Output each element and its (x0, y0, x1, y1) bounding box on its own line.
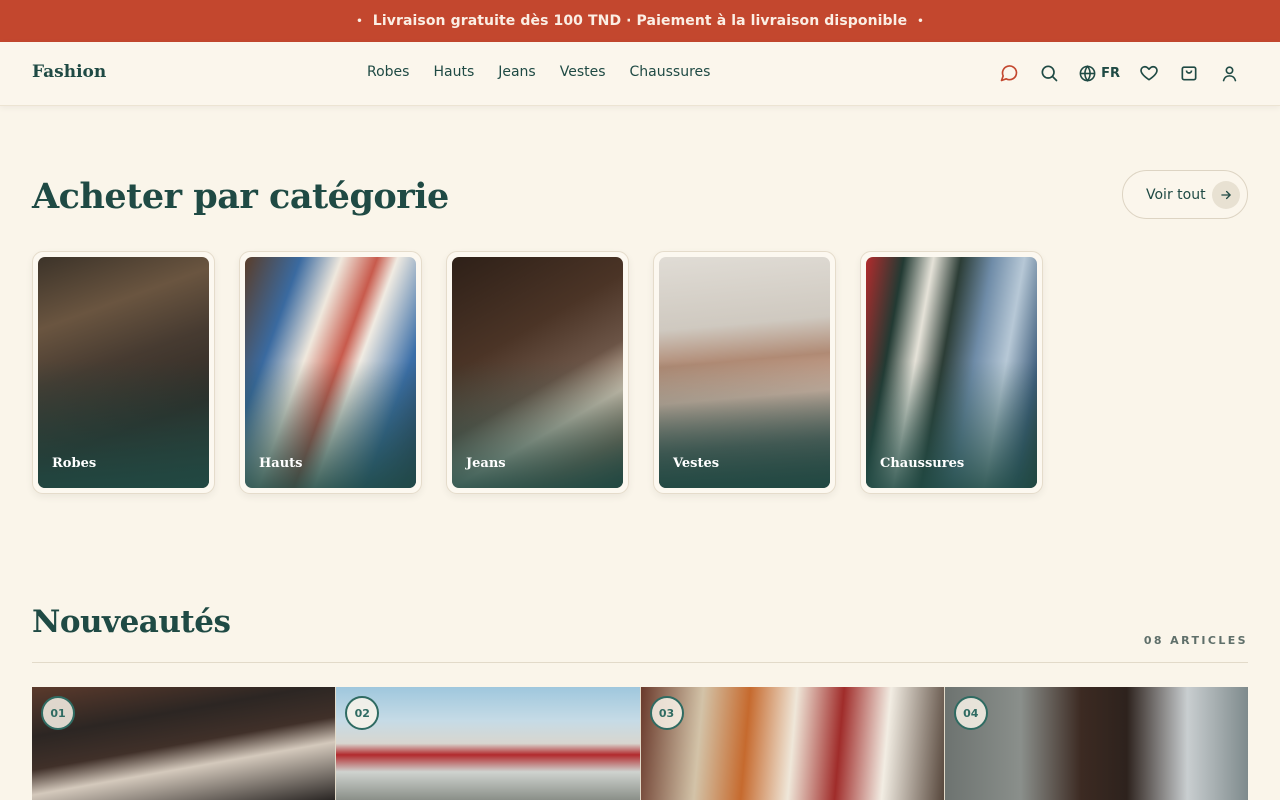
search-icon[interactable] (1038, 62, 1060, 84)
product-card[interactable]: 03 (640, 687, 944, 800)
category-label: Hauts (259, 456, 303, 471)
category-card-robes[interactable]: Robes (32, 251, 215, 494)
nav-item-hauts[interactable]: Hauts (433, 64, 474, 80)
category-label: Vestes (673, 456, 720, 471)
divider (32, 662, 1248, 663)
category-label: Chaussures (880, 456, 965, 471)
see-all-label: Voir tout (1146, 186, 1206, 203)
category-image: Hauts (245, 257, 416, 488)
product-grid: 01 02 03 04 (32, 687, 1248, 800)
product-card[interactable]: 02 (336, 687, 640, 800)
chat-icon[interactable] (998, 62, 1020, 84)
category-card-hauts[interactable]: Hauts (239, 251, 422, 494)
category-card-vestes[interactable]: Vestes (653, 251, 836, 494)
main-nav: Robes Hauts Jeans Vestes Chaussures (367, 64, 710, 80)
category-card-chaussures[interactable]: Chaussures (860, 251, 1043, 494)
product-card[interactable]: 04 (944, 687, 1248, 800)
bullet-left: • (356, 15, 363, 27)
new-arrivals-title: Nouveautés (32, 604, 231, 640)
nav-item-jeans[interactable]: Jeans (498, 64, 536, 80)
category-label: Jeans (466, 456, 506, 471)
categories-title: Acheter par catégorie (32, 176, 449, 217)
article-count: 08 ARTICLES (1143, 634, 1248, 647)
language-selector[interactable]: FR (1078, 64, 1120, 83)
bullet-right: • (917, 15, 924, 27)
nav-item-vestes[interactable]: Vestes (560, 64, 606, 80)
product-number-badge: 03 (649, 696, 684, 730)
category-label: Robes (52, 456, 97, 471)
globe-icon (1079, 64, 1096, 82)
heart-icon[interactable] (1138, 62, 1160, 84)
nav-item-robes[interactable]: Robes (367, 64, 409, 80)
product-card[interactable]: 01 (32, 687, 336, 800)
category-card-jeans[interactable]: Jeans (446, 251, 629, 494)
category-image: Vestes (659, 257, 830, 488)
logo[interactable]: Fashion (32, 62, 106, 82)
announcement-text: Livraison gratuite dès 100 TND · Paiemen… (372, 13, 908, 29)
bag-icon[interactable] (1178, 62, 1200, 84)
site-header: Fashion Robes Hauts Jeans Vestes Chaussu… (0, 42, 1280, 106)
category-list: Robes Hauts Jeans Vestes Chaussures (32, 251, 1043, 494)
announcement-bar: • Livraison gratuite dès 100 TND · Paiem… (0, 0, 1280, 42)
nav-item-chaussures[interactable]: Chaussures (630, 64, 711, 80)
arrow-right-icon (1212, 181, 1240, 209)
product-number-badge: 02 (345, 696, 380, 730)
see-all-button[interactable]: Voir tout (1122, 170, 1248, 219)
category-image: Robes (38, 257, 209, 488)
product-number-badge: 01 (41, 696, 75, 730)
product-number-badge: 04 (953, 696, 988, 730)
header-actions: FR (998, 62, 1240, 84)
category-image: Jeans (452, 257, 623, 488)
user-icon[interactable] (1218, 62, 1240, 84)
language-label: FR (1101, 65, 1120, 81)
category-image: Chaussures (866, 257, 1037, 488)
